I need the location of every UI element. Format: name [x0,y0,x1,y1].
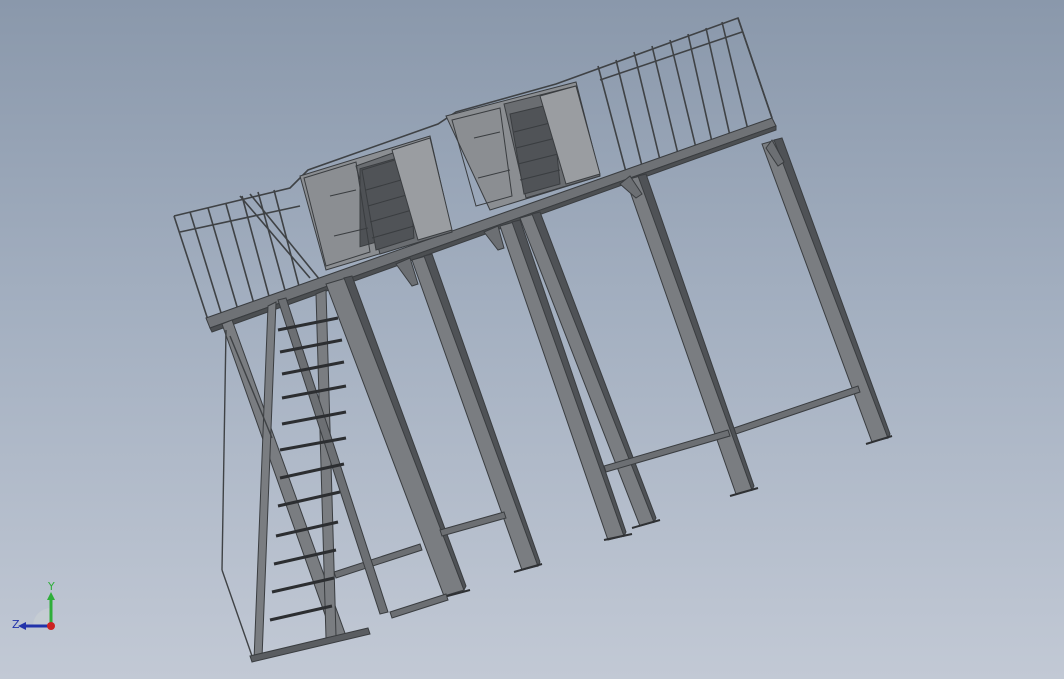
platform-model [173,16,893,663]
y-arrow-icon [47,592,55,600]
model-view[interactable] [0,0,1064,679]
y-axis-label: Y [47,580,55,593]
x-axis-dot [47,622,55,630]
orientation-triad[interactable]: Y Z [6,576,70,640]
graphics-viewport[interactable]: Y Z [0,0,1064,679]
z-axis-label: Z [12,618,20,631]
